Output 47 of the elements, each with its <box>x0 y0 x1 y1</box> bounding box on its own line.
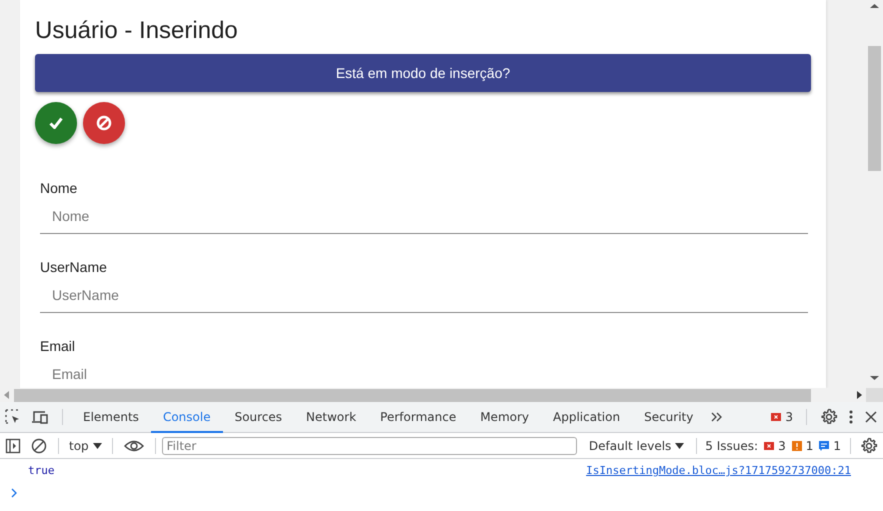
context-dropdown[interactable]: top <box>64 438 106 452</box>
scrollbar-thumb[interactable] <box>14 388 811 402</box>
console-value: true <box>28 464 54 479</box>
issue-count: 3 <box>778 438 786 452</box>
settings-icon <box>860 436 878 454</box>
field-label: Email <box>40 338 76 354</box>
panel-tab[interactable]: Application <box>541 402 632 433</box>
scrollbar-thumb[interactable] <box>868 46 881 171</box>
panel-tab[interactable]: Sources <box>222 402 294 433</box>
issue-count: 1 <box>833 438 841 452</box>
panel-tab[interactable]: Security <box>632 402 706 433</box>
check-icon <box>49 117 63 129</box>
panel-tab[interactable]: Elements <box>71 402 151 433</box>
cancel-button[interactable] <box>83 102 125 144</box>
error-count: 3 <box>785 410 793 424</box>
issue-count: 1 <box>806 438 814 452</box>
panel-tab[interactable]: Performance <box>368 402 468 433</box>
chevrons-icon <box>710 411 724 423</box>
message-icon <box>818 440 830 452</box>
warning-icon <box>790 440 803 452</box>
confirm-button[interactable] <box>35 102 77 144</box>
prompt-icon <box>10 488 18 498</box>
issues-label: 5 Issues: <box>705 438 758 452</box>
levels-dropdown[interactable]: Default levels <box>584 438 688 452</box>
caret-icon <box>675 442 684 448</box>
eye-icon <box>124 438 144 452</box>
sidebar-icon <box>5 438 21 454</box>
panel-tab[interactable]: Console <box>150 402 223 433</box>
more-icon <box>848 409 854 425</box>
inspect-icon <box>5 409 21 425</box>
filter-field[interactable]: Filter <box>162 436 577 454</box>
field-label: UserName <box>40 259 107 275</box>
panel-tab[interactable]: Network <box>294 402 368 433</box>
field-label: Nome <box>40 180 78 196</box>
error-icon <box>763 440 776 452</box>
ban-icon <box>96 115 112 131</box>
page-title: Usuário - Inserindo <box>35 16 239 46</box>
source-link[interactable]: IsInsertingMode.bloc…js?1717592737000:21 <box>586 464 851 484</box>
panel-tab[interactable]: Memory <box>468 402 542 433</box>
error-icon <box>770 411 782 423</box>
settings-icon <box>820 408 838 426</box>
device-icon <box>31 409 49 425</box>
caret-icon <box>92 442 102 448</box>
close-icon <box>864 410 878 424</box>
scrollbar-corner <box>866 388 883 402</box>
clear-icon <box>31 438 47 454</box>
mode-banner: Está em modo de inserção? <box>35 54 811 92</box>
